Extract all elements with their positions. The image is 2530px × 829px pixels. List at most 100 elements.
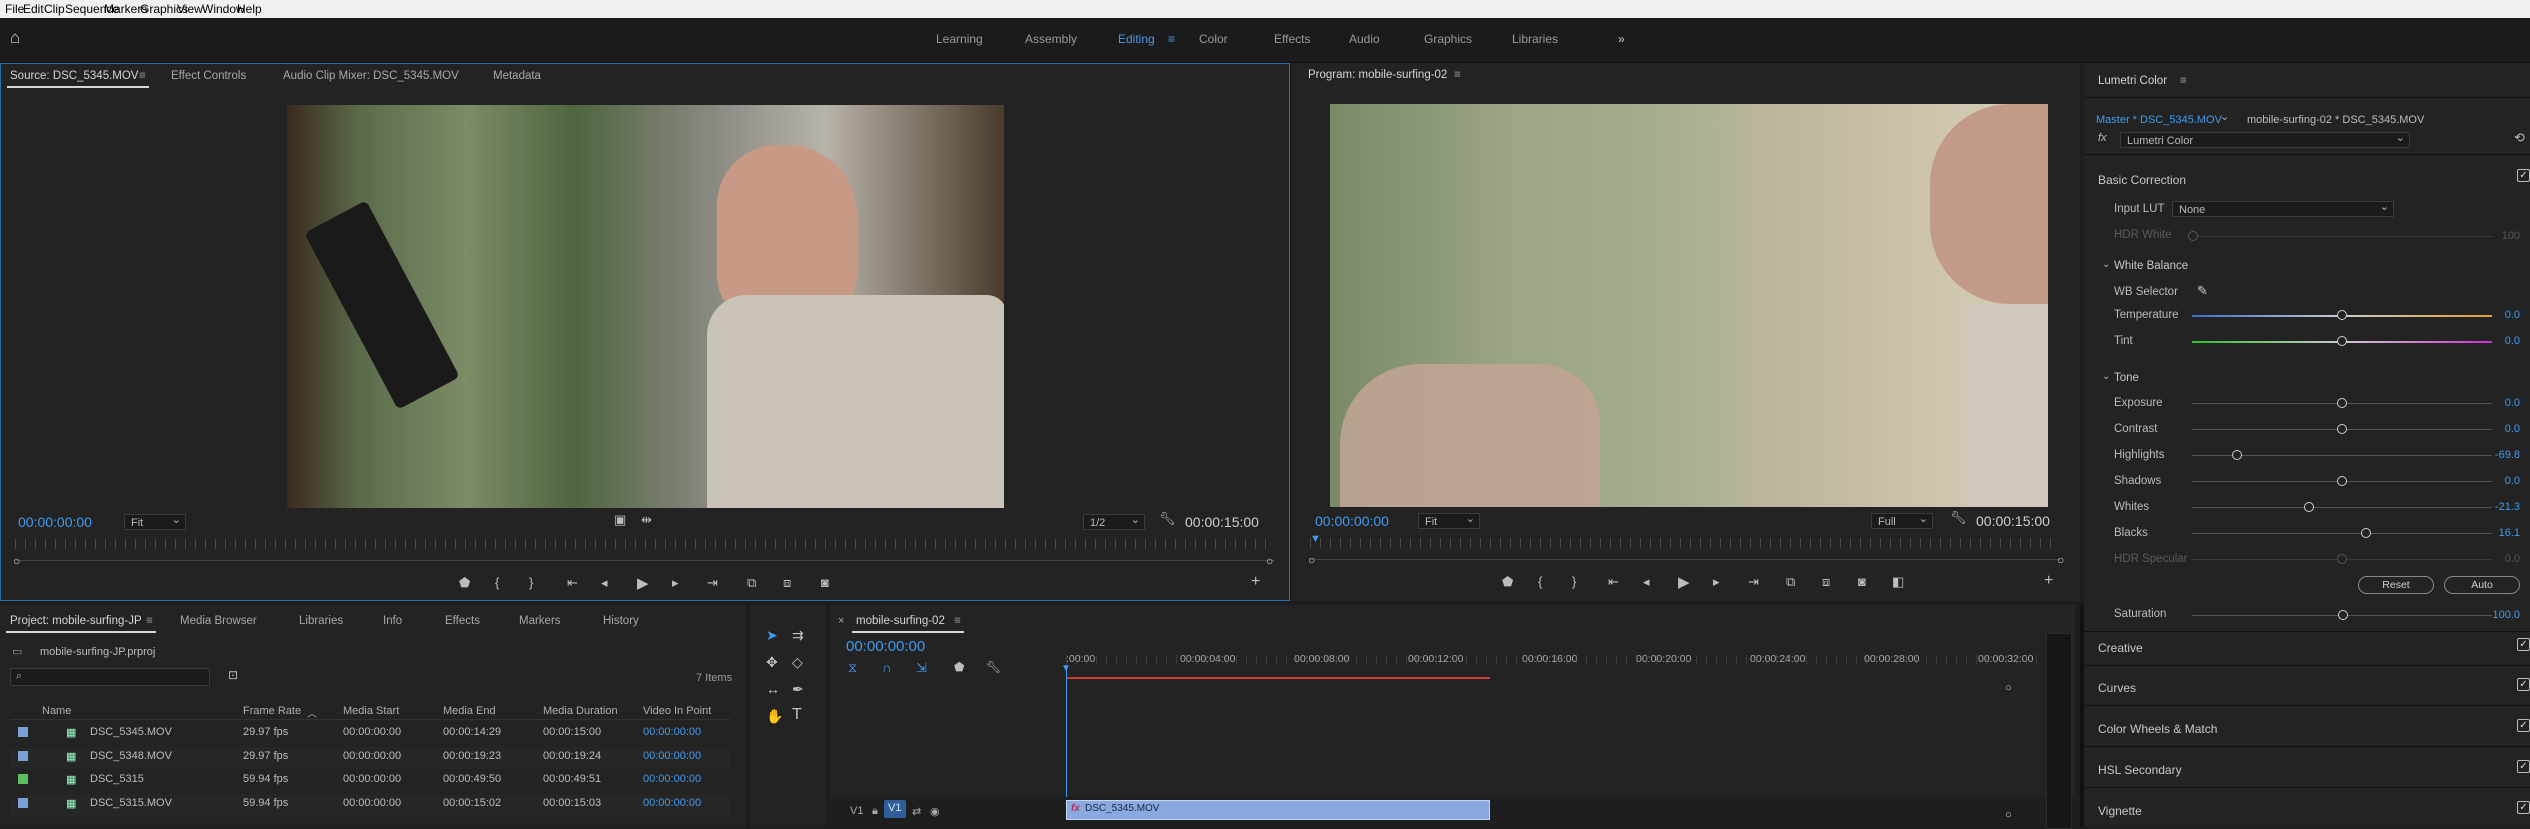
slider-knob-tint[interactable] <box>2337 336 2347 346</box>
add-marker-icon[interactable]: ⬟ <box>954 660 964 674</box>
section-hsl-secondary[interactable]: HSL Secondary <box>2098 763 2182 777</box>
col-media-start[interactable]: Media Start <box>343 705 399 717</box>
program-playhead[interactable]: ▼ <box>1310 533 1321 545</box>
workspace-learning[interactable]: Learning <box>936 32 983 46</box>
slider-value-temperature[interactable]: 0.0 <box>2480 309 2520 321</box>
add-marker-icon[interactable]: ⬟ <box>459 575 470 591</box>
insert-clip-icon[interactable]: ⧉ <box>747 575 756 591</box>
mark-out-icon[interactable]: } <box>1572 574 1576 589</box>
basic-correction-checkbox[interactable]: ✓ <box>2517 169 2530 182</box>
slider-value-blacks[interactable]: 16.1 <box>2480 527 2520 539</box>
menu-edit[interactable]: Edit <box>23 2 44 16</box>
tab-history[interactable]: History <box>603 615 639 627</box>
hand-tool-icon[interactable]: ✋ <box>766 708 783 725</box>
tab-libraries[interactable]: Libraries <box>299 615 343 627</box>
tab-project[interactable]: Project: mobile-surfing-JP <box>10 615 142 627</box>
step-forward-icon[interactable]: ▸ <box>1713 574 1720 590</box>
sequence-tab[interactable]: mobile-surfing-02 <box>856 615 945 627</box>
program-resolution-select[interactable]: Full <box>1871 511 1933 529</box>
section-basic-correction[interactable]: Basic Correction <box>2098 173 2186 187</box>
hsl-secondary-checkbox[interactable]: ✓ <box>2517 760 2530 773</box>
workspace-effects[interactable]: Effects <box>1274 32 1310 46</box>
curves-checkbox[interactable]: ✓ <box>2517 678 2530 691</box>
menu-help[interactable]: Help <box>237 2 262 16</box>
tab-audio-clip-mixer[interactable]: Audio Clip Mixer: DSC_5345.MOV <box>283 70 459 82</box>
snap-icon[interactable]: ⧖ <box>848 660 857 676</box>
tab-metadata[interactable]: Metadata <box>493 70 541 82</box>
ripple-edit-tool-icon[interactable]: ✥ <box>766 654 778 671</box>
razor-tool-icon[interactable]: ◇ <box>792 654 803 671</box>
mark-out-icon[interactable]: } <box>529 575 533 590</box>
close-sequence-icon[interactable]: × <box>838 615 844 627</box>
slider-value-tint[interactable]: 0.0 <box>2480 335 2520 347</box>
linked-selection-icon[interactable]: ∩ <box>882 660 891 675</box>
source-resolution-select[interactable]: 1/2 <box>1083 512 1145 530</box>
target-track-v1[interactable]: V1 <box>884 800 906 818</box>
insert-overwrite-icon[interactable]: ⇲ <box>916 660 927 676</box>
menu-clip[interactable]: Clip <box>44 2 65 16</box>
timeline-settings-icon[interactable]: 🔧︎ <box>986 660 1001 674</box>
go-to-out-icon[interactable]: ⇥ <box>1748 574 1759 590</box>
reset-effect-icon[interactable]: ⟲ <box>2514 130 2525 146</box>
lock-icon[interactable]: 🔒︎ <box>872 805 878 818</box>
slider-track-blacks[interactable] <box>2192 533 2492 534</box>
menu-view[interactable]: View <box>177 2 203 16</box>
saturation-value[interactable]: 100.0 <box>2480 609 2520 621</box>
tab-info[interactable]: Info <box>383 615 402 627</box>
program-time-ruler[interactable] <box>1310 538 2060 548</box>
slider-value-shadows[interactable]: 0.0 <box>2480 475 2520 487</box>
lift-icon[interactable]: ⧉ <box>1786 574 1795 590</box>
source-track-label[interactable]: V1 <box>850 805 863 817</box>
col-name[interactable]: Name <box>42 705 71 717</box>
white-balance-chevron-icon[interactable]: ⌄ <box>2102 259 2110 270</box>
slider-knob-blacks[interactable] <box>2361 528 2371 538</box>
slider-value-hdr-specular[interactable]: 0.0 <box>2480 553 2520 565</box>
lumetri-master-clip[interactable]: Master * DSC_5345.MOV <box>2096 114 2222 126</box>
input-lut-select[interactable]: None <box>2172 199 2394 217</box>
timeline-ruler[interactable] <box>1066 655 2046 665</box>
section-tone[interactable]: Tone <box>2114 372 2139 384</box>
tab-source[interactable]: Source: DSC_5345.MOV <box>10 70 138 82</box>
extract-icon[interactable]: ⧈ <box>1822 574 1830 590</box>
type-tool-icon[interactable]: T <box>792 706 802 724</box>
section-vignette[interactable]: Vignette <box>2098 804 2142 818</box>
saturation-knob[interactable] <box>2338 610 2348 620</box>
tab-markers[interactable]: Markers <box>519 615 561 627</box>
slip-tool-icon[interactable]: ↔ <box>766 681 780 697</box>
wrench-icon[interactable]: 🔧︎ <box>1950 510 1967 526</box>
slider-value-whites[interactable]: -21.3 <box>2480 501 2520 513</box>
label-color-swatch[interactable] <box>18 750 28 761</box>
lumetri-title[interactable]: Lumetri Color <box>2098 75 2167 87</box>
source-timecode[interactable]: 00:00:00:00 <box>18 514 92 530</box>
lumetri-effect-select[interactable]: Lumetri Color <box>2120 130 2410 148</box>
camera-icon[interactable]: ◙ <box>1858 574 1866 589</box>
program-playhead-start[interactable]: ○ <box>1308 553 1315 567</box>
tone-chevron-icon[interactable]: ⌄ <box>2102 371 2110 382</box>
selection-tool-icon[interactable]: ➤ <box>766 627 778 644</box>
project-search-input[interactable]: ⌕ <box>10 668 210 686</box>
go-to-out-icon[interactable]: ⇥ <box>707 575 718 591</box>
comparison-view-icon[interactable]: ◧ <box>1892 574 1904 590</box>
section-color-wheels[interactable]: Color Wheels & Match <box>2098 722 2217 736</box>
playhead-icon[interactable]: ▼ <box>1061 663 1071 674</box>
color-wheels-checkbox[interactable]: ✓ <box>2517 719 2530 732</box>
menu-file[interactable]: File <box>5 2 24 16</box>
eyedropper-icon[interactable]: ✎ <box>2197 283 2208 299</box>
pen-tool-icon[interactable]: ✒ <box>792 681 804 698</box>
mark-in-icon[interactable]: { <box>1538 574 1542 589</box>
section-white-balance[interactable]: White Balance <box>2114 260 2188 272</box>
slider-knob-exposure[interactable] <box>2337 398 2347 408</box>
step-forward-icon[interactable]: ▸ <box>672 575 679 591</box>
tab-source-menu-icon[interactable]: ≡ <box>139 70 146 82</box>
program-menu-icon[interactable]: ≡ <box>1454 69 1461 81</box>
reset-button[interactable]: Reset <box>2358 576 2434 594</box>
slider-knob-hdr-specular[interactable] <box>2337 554 2347 564</box>
step-back-icon[interactable]: ◂ <box>1643 574 1650 590</box>
insert-icon[interactable]: ⇹ <box>641 512 652 528</box>
sequence-menu-icon[interactable]: ≡ <box>954 615 961 627</box>
workspace-graphics[interactable]: Graphics <box>1424 32 1472 46</box>
slider-value-highlights[interactable]: -69.8 <box>2480 449 2520 461</box>
overflow-chevron-icon[interactable]: » <box>1618 32 1625 46</box>
slider-knob-whites[interactable] <box>2304 502 2314 512</box>
col-video-in-point[interactable]: Video In Point <box>643 705 711 717</box>
